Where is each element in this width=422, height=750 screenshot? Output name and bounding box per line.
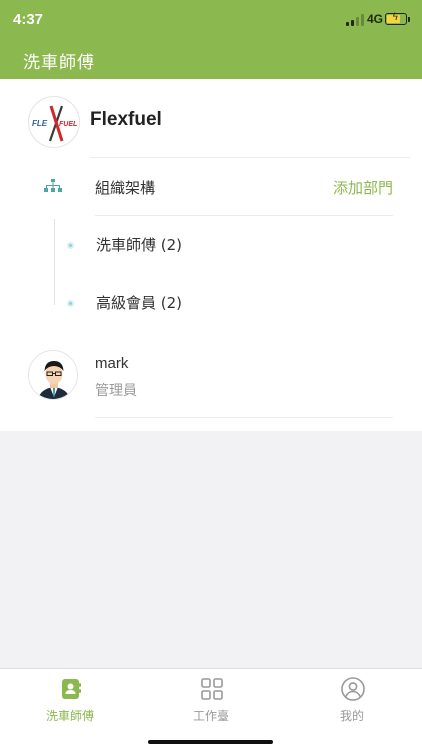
user-role: 管理員 <box>95 383 137 399</box>
user-name[interactable]: mark <box>95 355 128 372</box>
signal-icon <box>346 14 364 26</box>
status-time: 4:37 <box>13 11 44 28</box>
avatar[interactable] <box>28 350 78 400</box>
tab-car-wash-staff[interactable]: 洗車師傅 <box>0 669 140 729</box>
tab-workbench[interactable]: 工作臺 <box>141 669 281 729</box>
divider <box>95 417 393 418</box>
company-name: Flexfuel <box>90 109 162 130</box>
tab-mine[interactable]: 我的 <box>282 669 422 729</box>
divider <box>90 157 410 158</box>
status-bar: 4:37 4G ϟ <box>0 0 422 40</box>
charging-bolt-icon: ϟ <box>392 12 399 23</box>
tab-label: 洗車師傅 <box>45 709 94 723</box>
network-type: 4G <box>367 12 384 26</box>
contacts-icon <box>62 679 81 699</box>
app-header: 4:37 4G ϟ 洗車師傅 <box>0 0 422 79</box>
tab-label: 我的 <box>339 709 364 723</box>
tab-bar: 洗車師傅 工作臺 我的 <box>0 668 422 750</box>
divider <box>95 215 393 216</box>
profile-icon <box>341 677 365 701</box>
company-logo: FLE FUEL <box>28 96 80 148</box>
department-item-car-wash[interactable]: 洗車師傅 (2) <box>96 234 182 255</box>
battery-tip <box>408 17 410 22</box>
tree-dot <box>67 242 74 249</box>
tree-connector <box>54 219 55 305</box>
page-title: 洗車師傅 <box>23 53 95 73</box>
tree-dot <box>67 300 74 307</box>
logo-text-left: FLE <box>32 119 48 128</box>
org-chart-icon <box>44 179 62 192</box>
home-indicator[interactable] <box>148 740 273 744</box>
add-department-button[interactable]: 添加部門 <box>333 177 393 198</box>
grid-icon <box>201 678 223 700</box>
logo-text-right: FUEL <box>59 121 77 128</box>
department-item-premium-member[interactable]: 高級會員 (2) <box>96 292 182 313</box>
tab-label: 工作臺 <box>192 709 229 723</box>
org-structure-label: 組織架構 <box>95 179 156 197</box>
